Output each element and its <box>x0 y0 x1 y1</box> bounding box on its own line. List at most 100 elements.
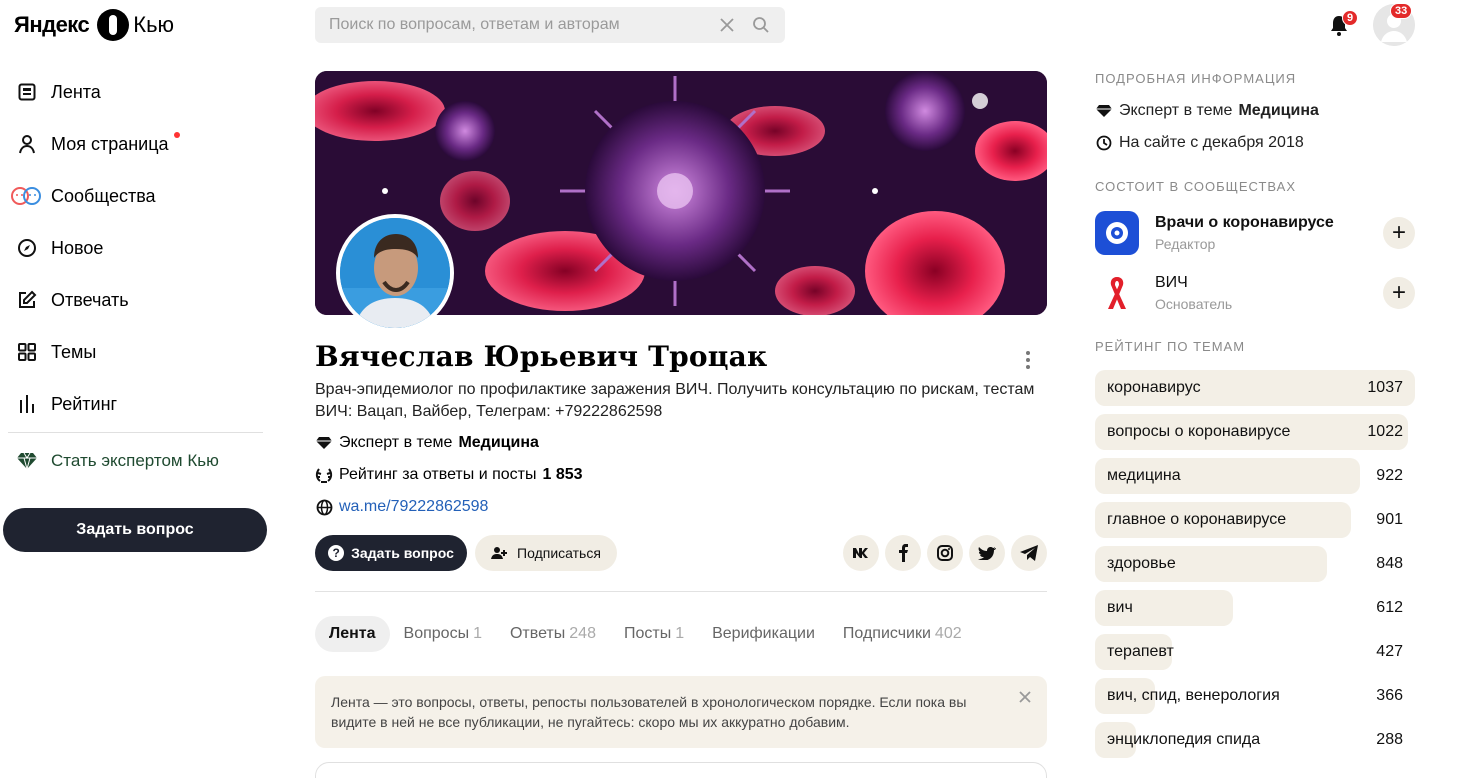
topic-rating-row[interactable]: вич 612 <box>1095 590 1415 626</box>
expert-topic[interactable]: Медицина <box>458 434 538 452</box>
notifications-badge: 9 <box>1342 10 1359 26</box>
sidebar-expert-topic[interactable]: Медицина <box>1238 102 1318 120</box>
link-row: wa.me/79222862598 <box>315 498 488 516</box>
topic-score: 1037 <box>1367 379 1403 396</box>
topic-score: 848 <box>1376 555 1403 572</box>
topic-name: вопросы о коронавирусе <box>1107 423 1291 440</box>
topic-rating-row[interactable]: здоровье 848 <box>1095 546 1415 582</box>
profile-bio: Врач-эпидемиолог по профилактике заражен… <box>315 381 1035 420</box>
red-ribbon-icon <box>1095 271 1139 315</box>
profile-avatar[interactable] <box>336 214 454 332</box>
community-role: Редактор <box>1155 236 1216 252</box>
tab-label: Верификации <box>712 625 815 642</box>
tab-posts[interactable]: Посты 1 <box>610 616 698 652</box>
search-input[interactable] <box>329 16 703 34</box>
tab-count: 1 <box>675 625 685 642</box>
instagram-icon[interactable] <box>927 535 963 571</box>
logo-mark-icon <box>97 9 130 41</box>
logo-brand: Яндекс <box>14 12 90 37</box>
tab-questions[interactable]: Вопросы 1 <box>390 616 496 652</box>
search-icon[interactable] <box>751 15 771 35</box>
diamond-icon <box>1095 102 1113 120</box>
community-item[interactable]: Врачи о коронавирусе Редактор + <box>1095 210 1415 256</box>
expert-topic-row: Эксперт в теме Медицина <box>315 434 539 452</box>
join-community-button[interactable]: + <box>1383 277 1415 309</box>
compass-icon <box>16 237 38 259</box>
topic-score: 288 <box>1376 731 1403 748</box>
diamond-icon <box>315 434 333 452</box>
tab-count: 402 <box>934 625 962 642</box>
topic-name: здоровье <box>1107 555 1176 572</box>
topic-rating-row[interactable]: вопросы о коронавирусе 1022 <box>1095 414 1415 450</box>
sidebar-expert-row: Эксперт в теме Медицина <box>1095 102 1319 120</box>
nav-item-my-page[interactable]: Моя страница <box>0 118 270 170</box>
rating-value: 1 853 <box>542 466 583 483</box>
details-heading: ПОДРОБНАЯ ИНФОРМАЦИЯ <box>1095 71 1297 86</box>
close-icon[interactable] <box>1019 688 1033 703</box>
community-item[interactable]: ВИЧ Основатель + <box>1095 270 1415 316</box>
join-community-button[interactable]: + <box>1383 217 1415 249</box>
ask-question-button[interactable]: Задать вопрос <box>3 508 267 552</box>
topic-rating-row[interactable]: терапевт 427 <box>1095 634 1415 670</box>
topic-rating-row[interactable]: главное о коронавирусе 901 <box>1095 502 1415 538</box>
community-name: ВИЧ <box>1155 274 1188 291</box>
become-expert-label: Стать экспертом Кью <box>51 451 219 470</box>
profile-name: Вячеслав Юрьевич Троцак <box>315 340 768 373</box>
tab-verifications[interactable]: Верификации <box>698 616 829 652</box>
more-options-icon[interactable] <box>1018 348 1038 372</box>
communities-heading: СОСТОИТ В СООБЩЕСТВАХ <box>1095 179 1297 194</box>
grid-icon <box>16 341 38 363</box>
app-logo[interactable]: Яндекс Кью <box>14 8 174 42</box>
nav-item-rating[interactable]: Рейтинг <box>0 378 270 430</box>
ask-author-button[interactable]: ? Задать вопрос <box>315 535 467 571</box>
nav-item-communities[interactable]: Сообщества <box>0 170 270 222</box>
telegram-icon[interactable] <box>1011 535 1047 571</box>
nav-item-answer[interactable]: Отвечать <box>0 274 270 326</box>
nav-item-label: Отвечать <box>51 289 129 310</box>
topic-name: терапевт <box>1107 643 1174 660</box>
tab-subscribers[interactable]: Подписчики 402 <box>829 616 976 652</box>
nav-item-label: Моя страница <box>51 133 169 154</box>
community-name: Врачи о коронавирусе <box>1155 214 1334 231</box>
search-bar <box>315 7 785 43</box>
topic-score: 1022 <box>1367 423 1403 440</box>
become-expert-link[interactable]: Стать экспертом Кью <box>0 435 270 487</box>
member-since: На сайте с декабря 2018 <box>1119 134 1304 151</box>
community-logo-icon <box>1095 211 1139 255</box>
tab-answers[interactable]: Ответы 248 <box>496 616 610 652</box>
person-icon <box>16 133 38 155</box>
expert-prefix: Эксперт в теме <box>339 434 453 451</box>
tab-label: Посты <box>623 625 672 642</box>
feed-icon <box>16 81 38 103</box>
subscribe-button[interactable]: Подписаться <box>475 535 617 571</box>
nav-item-topics[interactable]: Темы <box>0 326 270 378</box>
tab-count: 1 <box>473 625 482 642</box>
nav-item-label: Темы <box>51 341 97 362</box>
tab-feed[interactable]: Лента <box>315 616 390 652</box>
left-nav: Лента Моя страница Сообщества Новое Отве… <box>0 66 270 487</box>
topic-rating-row[interactable]: энциклопедия спида 288 <box>1095 722 1415 758</box>
clock-icon <box>1095 134 1113 152</box>
tab-label: Лента <box>329 625 376 642</box>
globe-icon <box>315 498 333 516</box>
topic-rating-row[interactable]: вич, спид, венерология 366 <box>1095 678 1415 714</box>
twitter-icon[interactable] <box>969 535 1005 571</box>
profile-link[interactable]: wa.me/79222862598 <box>339 498 488 516</box>
community-role: Основатель <box>1155 296 1233 312</box>
nav-divider <box>8 432 263 433</box>
ask-author-label: Задать вопрос <box>351 545 454 561</box>
nav-item-feed[interactable]: Лента <box>0 66 270 118</box>
add-person-icon <box>491 546 509 560</box>
topic-score: 922 <box>1376 467 1403 484</box>
clear-search-icon[interactable] <box>717 15 737 35</box>
topic-rating-row[interactable]: медицина 922 <box>1095 458 1415 494</box>
tab-label: Ответы <box>509 625 566 642</box>
nav-item-new[interactable]: Новое <box>0 222 270 274</box>
topic-score: 901 <box>1376 511 1403 528</box>
topic-rating-row[interactable]: коронавирус 1037 <box>1095 370 1415 406</box>
topic-score: 366 <box>1376 687 1403 704</box>
logo-product: Кью <box>133 12 175 37</box>
topic-name: главное о коронавирусе <box>1107 511 1287 528</box>
vk-icon[interactable] <box>843 535 879 571</box>
facebook-icon[interactable] <box>885 535 921 571</box>
